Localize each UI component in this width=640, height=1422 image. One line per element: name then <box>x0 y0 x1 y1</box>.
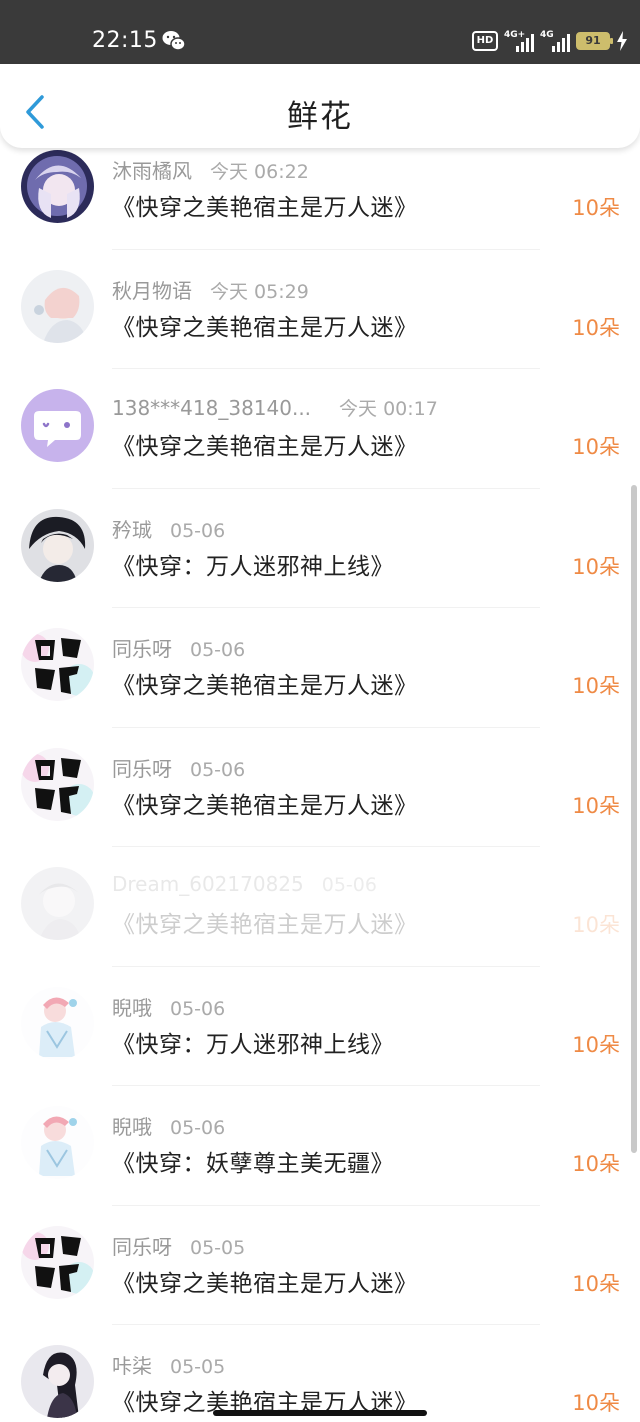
book-title[interactable]: 《快穿：万人迷邪神上线》 <box>112 1025 394 1059</box>
book-title[interactable]: 《快穿之美艳宿主是万人迷》 <box>112 308 418 342</box>
flower-amount: 10朵 <box>572 1391 620 1415</box>
signal-4g-icon: 4G+ <box>504 30 534 52</box>
donor-info: 矜珹 05-06 <box>112 514 225 543</box>
list-item[interactable]: Dream_602170825 05-06 《快穿之美艳宿主是万人迷》 10朵 <box>0 847 640 967</box>
donor-info: 同乐呀 05-05 <box>112 1231 245 1260</box>
donation-time: 今天 05:29 <box>210 280 309 303</box>
default-chat-avatar-icon[interactable] <box>21 389 94 462</box>
flower-amount: 10朵 <box>572 315 620 340</box>
donation-time: 今天 00:17 <box>339 398 438 420</box>
donation-time: 05-06 <box>170 1117 226 1139</box>
donor-name: Dream_602170825 <box>112 872 304 896</box>
donor-name: 同乐呀 <box>112 756 172 781</box>
book-title[interactable]: 《快穿之美艳宿主是万人迷》 <box>112 905 418 939</box>
flower-amount: 10朵 <box>572 793 620 818</box>
page-title: 鲜花 <box>287 99 353 135</box>
avatar[interactable] <box>21 508 94 582</box>
list-item[interactable]: 睨哦 05-06 《快穿：妖孽尊主美无疆》 10朵 <box>0 1086 640 1206</box>
donor-info: 睨哦 05-06 <box>112 1111 225 1140</box>
charging-icon <box>617 31 627 51</box>
hd-voice-icon: HD <box>472 31 498 51</box>
book-title[interactable]: 《快穿之美艳宿主是万人迷》 <box>112 1264 418 1298</box>
avatar[interactable] <box>21 269 94 343</box>
donation-time: 05-06 <box>190 758 246 781</box>
signal-4g-icon: 4G <box>540 30 570 52</box>
donor-name: 沐雨橘风 <box>112 159 192 183</box>
list-item[interactable]: 138***418_38140... 今天 00:17 《快穿之美艳宿主是万人迷》… <box>0 369 640 489</box>
avatar[interactable] <box>21 867 94 940</box>
list-item[interactable]: 同乐呀 05-06 《快穿之美艳宿主是万人迷》 10朵 <box>0 608 640 728</box>
book-title[interactable]: 《快穿之美艳宿主是万人迷》 <box>112 427 418 461</box>
flower-amount: 10朵 <box>572 1271 620 1296</box>
donation-time: 05-06 <box>190 639 246 661</box>
donor-name: 睨哦 <box>112 995 152 1020</box>
avatar[interactable] <box>21 1225 94 1299</box>
avatar[interactable] <box>21 628 94 701</box>
donor-info: 138***418_38140... 今天 00:17 <box>112 394 438 421</box>
book-title[interactable]: 《快穿之美艳宿主是万人迷》 <box>112 786 418 820</box>
list-item[interactable]: 同乐呀 05-05 《快穿之美艳宿主是万人迷》 10朵 <box>0 1206 640 1325</box>
avatar[interactable] <box>21 1345 94 1418</box>
book-title[interactable]: 《快穿之美艳宿主是万人迷》 <box>112 188 418 222</box>
flower-amount: 10朵 <box>572 435 620 459</box>
donor-info: 秋月物语 今天 05:29 <box>112 275 309 304</box>
scrollbar[interactable] <box>631 485 637 1153</box>
donor-info: 睨哦 05-06 <box>112 992 225 1021</box>
book-title[interactable]: 《快穿：万人迷邪神上线》 <box>112 547 394 581</box>
header: 鲜花 <box>0 64 640 148</box>
donor-name: 138***418_38140... <box>112 396 312 420</box>
list-item[interactable]: 秋月物语 今天 05:29 《快穿之美艳宿主是万人迷》 10朵 <box>0 250 640 369</box>
avatar[interactable] <box>21 150 94 223</box>
book-title[interactable]: 《快穿之美艳宿主是万人迷》 <box>112 666 418 700</box>
system-icons: HD 4G+ 4G 91 <box>472 28 628 54</box>
donation-time: 05-06 <box>170 997 226 1020</box>
donation-time: 05-05 <box>190 1236 246 1259</box>
avatar[interactable] <box>21 986 94 1060</box>
donation-time: 今天 06:22 <box>210 161 309 183</box>
wechat-icon <box>162 31 186 51</box>
donor-info: 咔柒 05-05 <box>112 1350 225 1379</box>
donation-time: 05-06 <box>170 519 226 542</box>
list-item[interactable]: 同乐呀 05-06 《快穿之美艳宿主是万人迷》 10朵 <box>0 728 640 847</box>
avatar[interactable] <box>21 1106 94 1179</box>
donor-info: 沐雨橘风 今天 06:22 <box>112 155 309 184</box>
flower-amount: 10朵 <box>572 913 620 937</box>
avatar[interactable] <box>21 747 94 821</box>
donor-name: 同乐呀 <box>112 637 172 661</box>
battery-icon: 91 <box>576 32 613 50</box>
donor-info: Dream_602170825 05-06 <box>112 872 377 896</box>
flower-record-list: 沐雨橘风 今天 06:22 《快穿之美艳宿主是万人迷》 10朵 秋月物语 今天 05… <box>0 130 640 1422</box>
list-item[interactable]: 矜珹 05-06 《快穿：万人迷邪神上线》 10朵 <box>0 489 640 608</box>
donation-time: 05-05 <box>170 1356 226 1378</box>
status-time: 22:15 <box>92 28 158 53</box>
home-indicator[interactable] <box>213 1410 427 1416</box>
flower-amount: 10朵 <box>572 674 620 698</box>
flower-amount: 10朵 <box>572 1152 620 1176</box>
donor-name: 矜珹 <box>112 517 152 542</box>
donor-name: 咔柒 <box>112 1354 152 1378</box>
flower-amount: 10朵 <box>572 1032 620 1057</box>
status-bar: 22:15 HD 4G+ 4G 91 <box>0 0 640 64</box>
list-item[interactable]: 咔柒 05-05 《快穿之美艳宿主是万人迷》 10朵 <box>0 1325 640 1422</box>
donor-info: 同乐呀 05-06 <box>112 753 245 782</box>
flower-amount: 10朵 <box>572 554 620 579</box>
donor-name: 秋月物语 <box>112 278 192 303</box>
donor-info: 同乐呀 05-06 <box>112 633 245 662</box>
list-item[interactable]: 睨哦 05-06 《快穿：万人迷邪神上线》 10朵 <box>0 967 640 1086</box>
donor-name: 睨哦 <box>112 1115 152 1139</box>
donor-name: 同乐呀 <box>112 1234 172 1259</box>
flower-amount: 10朵 <box>572 196 620 220</box>
donation-time: 05-06 <box>321 874 377 896</box>
book-title[interactable]: 《快穿：妖孽尊主美无疆》 <box>112 1144 394 1178</box>
